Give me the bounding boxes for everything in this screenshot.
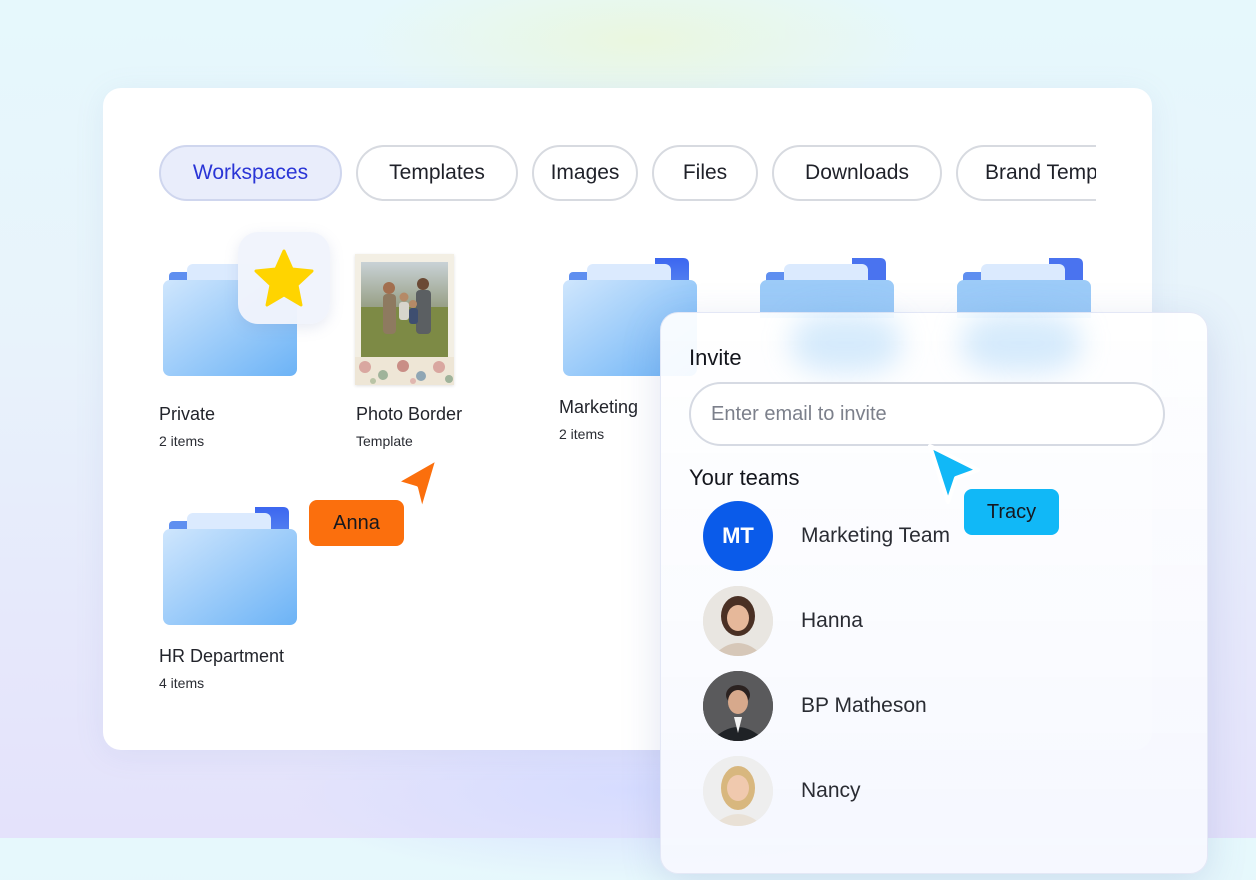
- folder-hr-department-icon[interactable]: [163, 507, 297, 625]
- category-tabs: Workspaces Templates Images Files Downlo…: [159, 145, 1096, 203]
- teams-title: Your teams: [689, 465, 800, 490]
- favorite-star-icon[interactable]: [238, 232, 330, 324]
- team-list-item[interactable]: BP Matheson: [703, 671, 927, 741]
- template-name: Photo Border: [356, 404, 463, 424]
- member-name: Hanna: [801, 609, 863, 632]
- invite-title: Invite: [689, 345, 742, 370]
- tab-downloads[interactable]: Downloads: [772, 145, 942, 201]
- photo-template-thumbnail[interactable]: [355, 254, 454, 385]
- folder-icon[interactable]: [957, 258, 1091, 318]
- team-list-item[interactable]: Hanna: [703, 586, 863, 656]
- collaborator-cursor-label: Anna: [309, 500, 404, 546]
- tab-brand-templates[interactable]: Brand Templates: [956, 145, 1096, 201]
- member-name: Marketing Team: [801, 524, 951, 547]
- folder-item-count: 2 items: [559, 426, 605, 442]
- avatar: MT: [703, 501, 773, 571]
- collaborator-cursor-label: Tracy: [964, 489, 1059, 535]
- tab-templates[interactable]: Templates: [356, 145, 518, 201]
- email-invite-input[interactable]: [689, 382, 1165, 446]
- team-list-item[interactable]: MT Marketing Team: [703, 501, 950, 571]
- folder-item-count: 4 items: [159, 675, 205, 691]
- avatar: [703, 756, 773, 826]
- avatar: [703, 671, 773, 741]
- tab-images[interactable]: Images: [532, 145, 638, 201]
- invite-panel: Invite Your teams MT Marketing Team Hann…: [660, 312, 1208, 874]
- template-label: Template: [356, 433, 413, 449]
- tab-files[interactable]: Files: [652, 145, 758, 201]
- folder-name: Marketing: [559, 397, 639, 417]
- member-name: Nancy: [801, 779, 861, 802]
- folder-name: Private: [159, 404, 216, 424]
- avatar: [703, 586, 773, 656]
- folder-item-count: 2 items: [159, 433, 205, 449]
- folder-name: HR Department: [159, 646, 285, 666]
- tab-workspaces[interactable]: Workspaces: [159, 145, 342, 201]
- folder-icon[interactable]: [760, 258, 894, 318]
- team-list-item[interactable]: Nancy: [703, 756, 861, 826]
- member-name: BP Matheson: [801, 694, 927, 717]
